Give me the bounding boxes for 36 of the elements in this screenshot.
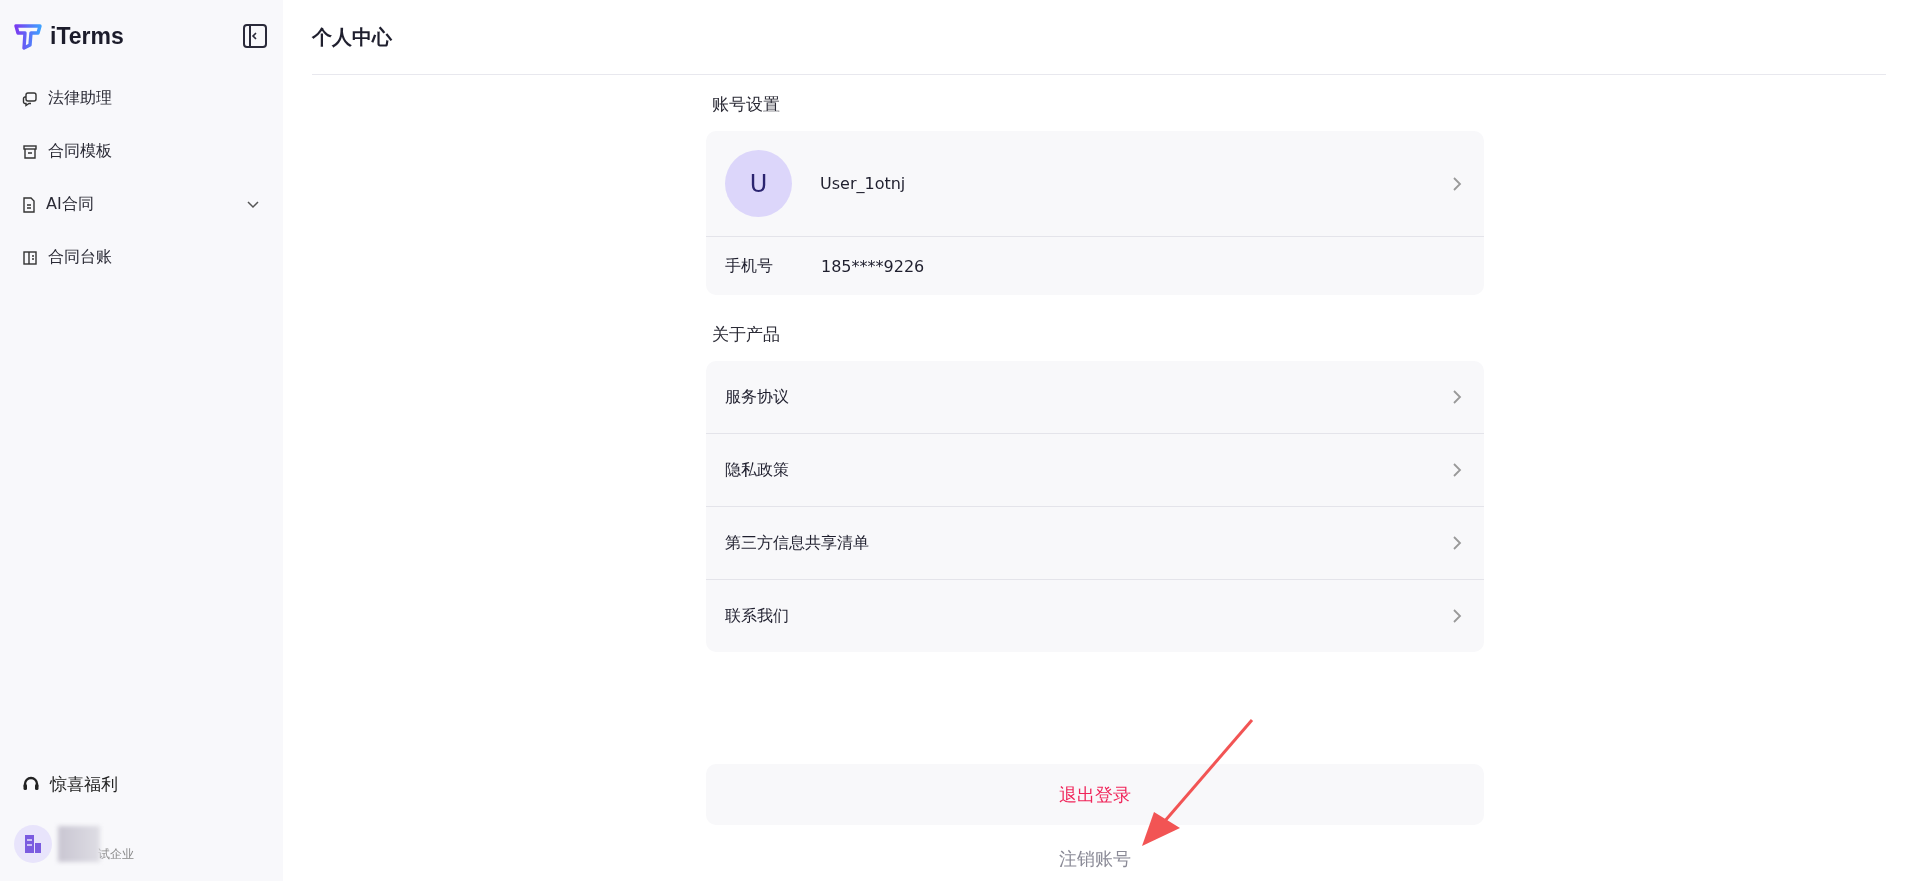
logout-button[interactable]: 退出登录 xyxy=(706,764,1484,825)
user-avatar: U xyxy=(725,150,792,217)
sidebar-item[interactable]: 合同模板 xyxy=(14,125,267,178)
chevron-right-icon xyxy=(1452,462,1462,478)
phone-number: 185****9226 xyxy=(821,256,925,276)
profile-row[interactable]: U User_1otnj xyxy=(706,131,1484,237)
menu-row[interactable]: 隐私政策 xyxy=(706,433,1484,506)
phone-label: 手机号 xyxy=(725,255,774,277)
book-icon xyxy=(22,249,38,266)
deactivate-account-link[interactable]: 注销账号 xyxy=(1055,845,1135,873)
section-heading: 账号设置 xyxy=(712,93,781,115)
organization-avatar xyxy=(14,825,52,863)
sidebar-item[interactable]: 合同台账 xyxy=(14,231,267,284)
blurred-name xyxy=(58,826,100,862)
headset-icon xyxy=(22,775,40,793)
menu-row[interactable]: 第三方信息共享清单 xyxy=(706,506,1484,579)
chevron-right-icon xyxy=(1452,175,1462,192)
page-title: 个人中心 xyxy=(312,23,392,51)
chevron-down-icon xyxy=(247,200,259,209)
bonus-link[interactable]: 惊喜福利 xyxy=(14,759,267,809)
archive-icon xyxy=(22,143,38,160)
sidebar-item[interactable]: AI合同 xyxy=(14,178,267,231)
sidebar-item[interactable]: 法律助理 xyxy=(14,72,267,125)
menu-row[interactable]: 服务协议 xyxy=(706,361,1484,433)
document-icon xyxy=(22,196,36,213)
logo-icon xyxy=(14,22,44,50)
chat-icon xyxy=(22,90,38,107)
section-heading: 关于产品 xyxy=(712,323,781,345)
logo-text: iTerms xyxy=(50,22,124,50)
collapse-sidebar-button[interactable] xyxy=(243,24,267,48)
chevron-right-icon xyxy=(1452,608,1462,624)
menu-row[interactable]: 联系我们 xyxy=(706,579,1484,652)
organization-name: 试企业 xyxy=(98,846,134,863)
username: User_1otnj xyxy=(820,174,907,193)
chevron-right-icon xyxy=(1452,535,1462,551)
chevron-right-icon xyxy=(1452,389,1462,405)
